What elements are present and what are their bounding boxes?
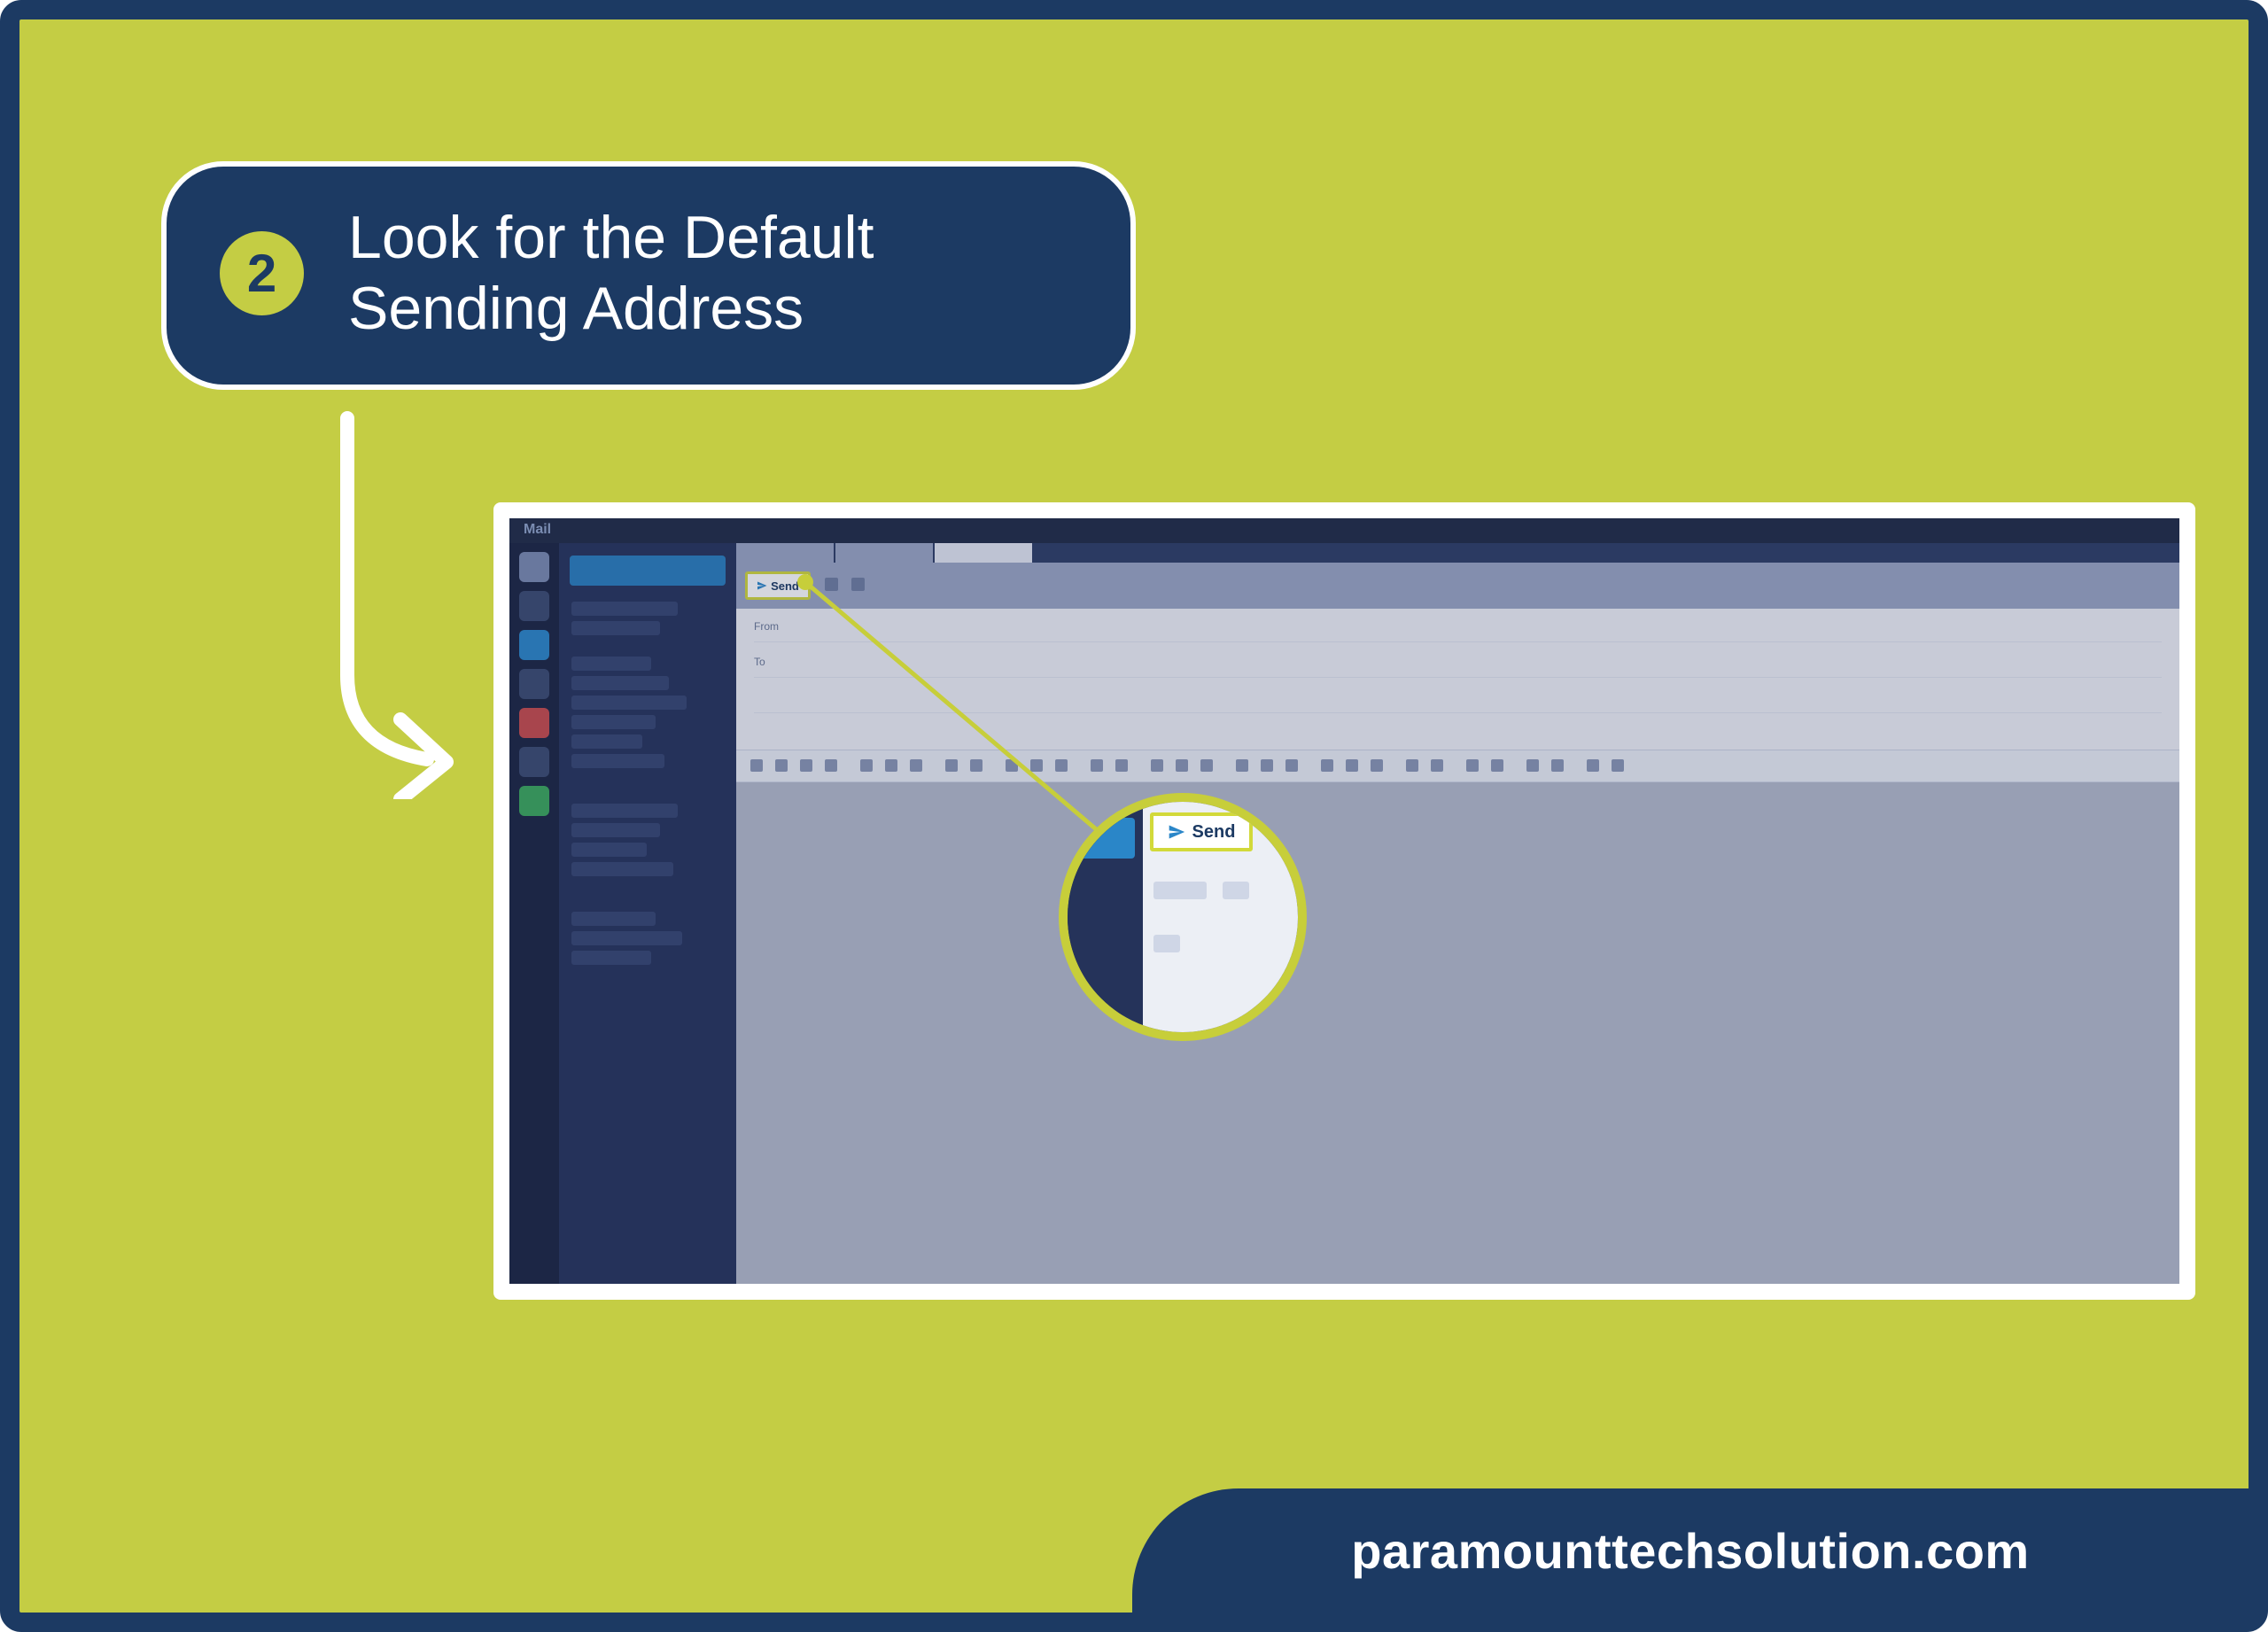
footer-domain: paramounttechsolution.com bbox=[1351, 1522, 2029, 1580]
screenshot-frame: Mail bbox=[493, 502, 2195, 1300]
send-button-label: Send bbox=[771, 579, 799, 593]
format-icon[interactable] bbox=[1551, 759, 1564, 772]
format-icon[interactable] bbox=[945, 759, 958, 772]
format-icon[interactable] bbox=[1431, 759, 1443, 772]
nav-item[interactable] bbox=[571, 843, 647, 857]
nav-item[interactable] bbox=[571, 734, 642, 749]
nav-item[interactable] bbox=[571, 931, 682, 945]
format-icon[interactable] bbox=[860, 759, 873, 772]
format-icon[interactable] bbox=[1321, 759, 1333, 772]
rail-icon[interactable] bbox=[519, 630, 549, 660]
folder-nav bbox=[559, 543, 736, 1284]
rail-icon[interactable] bbox=[519, 747, 549, 777]
mag-send-button: Send bbox=[1150, 812, 1253, 851]
format-icon[interactable] bbox=[1176, 759, 1188, 772]
format-icon[interactable] bbox=[1006, 759, 1018, 772]
mag-field-row bbox=[1153, 882, 1207, 899]
tab-active[interactable] bbox=[935, 543, 1032, 563]
nav-item[interactable] bbox=[571, 602, 678, 616]
nav-item[interactable] bbox=[571, 804, 678, 818]
format-icon[interactable] bbox=[1091, 759, 1103, 772]
mag-nav bbox=[1068, 802, 1143, 1032]
mag-compose-button bbox=[1076, 818, 1135, 859]
rail-icon[interactable] bbox=[519, 786, 549, 816]
format-icon[interactable] bbox=[1285, 759, 1298, 772]
step-badge: 2 Look for the DefaultSending Address bbox=[161, 161, 1136, 390]
format-icon[interactable] bbox=[1406, 759, 1418, 772]
instruction-card: 2 Look for the DefaultSending Address Ma… bbox=[0, 0, 2268, 1632]
to-field[interactable]: To bbox=[754, 649, 2162, 678]
compose-fields: From To bbox=[736, 609, 2179, 750]
format-icon[interactable] bbox=[1055, 759, 1068, 772]
toolbar-icon[interactable] bbox=[851, 578, 865, 591]
mag-field-row bbox=[1223, 882, 1249, 899]
mail-app-screenshot: Mail bbox=[509, 518, 2179, 1284]
nav-item[interactable] bbox=[571, 676, 669, 690]
magnifier-callout: Send bbox=[1059, 793, 1307, 1041]
rail-icon[interactable] bbox=[519, 552, 549, 582]
step-title: Look for the DefaultSending Address bbox=[348, 202, 874, 344]
format-icon[interactable] bbox=[800, 759, 812, 772]
format-icon[interactable] bbox=[1236, 759, 1248, 772]
format-icon[interactable] bbox=[1200, 759, 1213, 772]
format-icon[interactable] bbox=[1371, 759, 1383, 772]
app-rail bbox=[509, 543, 559, 1284]
format-icon[interactable] bbox=[750, 759, 763, 772]
nav-item[interactable] bbox=[571, 715, 656, 729]
mag-send-label: Send bbox=[1192, 822, 1236, 843]
format-icon[interactable] bbox=[1526, 759, 1539, 772]
format-icon[interactable] bbox=[1261, 759, 1273, 772]
compose-body[interactable] bbox=[736, 782, 2179, 1284]
format-icon[interactable] bbox=[1346, 759, 1358, 772]
compose-toolbar: Send bbox=[736, 563, 2179, 609]
format-toolbar bbox=[736, 750, 2179, 782]
nav-item[interactable] bbox=[571, 823, 660, 837]
rail-icon[interactable] bbox=[519, 708, 549, 738]
tab[interactable] bbox=[736, 543, 834, 563]
format-icon[interactable] bbox=[1491, 759, 1503, 772]
footer-brand-tab: paramounttechsolution.com bbox=[1132, 1488, 2249, 1613]
app-titlebar: Mail bbox=[509, 518, 2179, 543]
rail-icon[interactable] bbox=[519, 591, 549, 621]
format-icon[interactable] bbox=[825, 759, 837, 772]
mag-field-row bbox=[1153, 935, 1180, 952]
send-button[interactable]: Send bbox=[745, 571, 811, 600]
compose-button[interactable] bbox=[570, 556, 726, 586]
app-title: Mail bbox=[524, 522, 551, 538]
tab[interactable] bbox=[835, 543, 933, 563]
nav-item[interactable] bbox=[571, 657, 651, 671]
nav-item[interactable] bbox=[571, 754, 664, 768]
format-icon[interactable] bbox=[1612, 759, 1624, 772]
mag-content: Send bbox=[1143, 802, 1298, 1032]
format-icon[interactable] bbox=[970, 759, 983, 772]
format-icon[interactable] bbox=[1115, 759, 1128, 772]
nav-item[interactable] bbox=[571, 951, 651, 965]
format-icon[interactable] bbox=[1466, 759, 1479, 772]
paper-plane-icon bbox=[1168, 823, 1185, 841]
nav-item[interactable] bbox=[571, 862, 673, 876]
format-icon[interactable] bbox=[775, 759, 788, 772]
format-icon[interactable] bbox=[1030, 759, 1043, 772]
nav-item[interactable] bbox=[571, 912, 656, 926]
rail-icon[interactable] bbox=[519, 669, 549, 699]
format-icon[interactable] bbox=[1151, 759, 1163, 772]
from-label: From bbox=[754, 620, 779, 633]
format-icon[interactable] bbox=[910, 759, 922, 772]
subject-field[interactable] bbox=[754, 685, 2162, 713]
nav-item[interactable] bbox=[571, 621, 660, 635]
toolbar-icon[interactable] bbox=[825, 578, 838, 591]
step-number-badge: 2 bbox=[220, 231, 304, 315]
nav-item[interactable] bbox=[571, 696, 687, 710]
format-icon[interactable] bbox=[1587, 759, 1599, 772]
from-field[interactable]: From bbox=[754, 614, 2162, 642]
flow-arrow-icon bbox=[294, 409, 471, 799]
tab-strip bbox=[736, 543, 2179, 563]
paper-plane-icon bbox=[757, 580, 767, 591]
to-label: To bbox=[754, 656, 765, 668]
format-icon[interactable] bbox=[885, 759, 897, 772]
